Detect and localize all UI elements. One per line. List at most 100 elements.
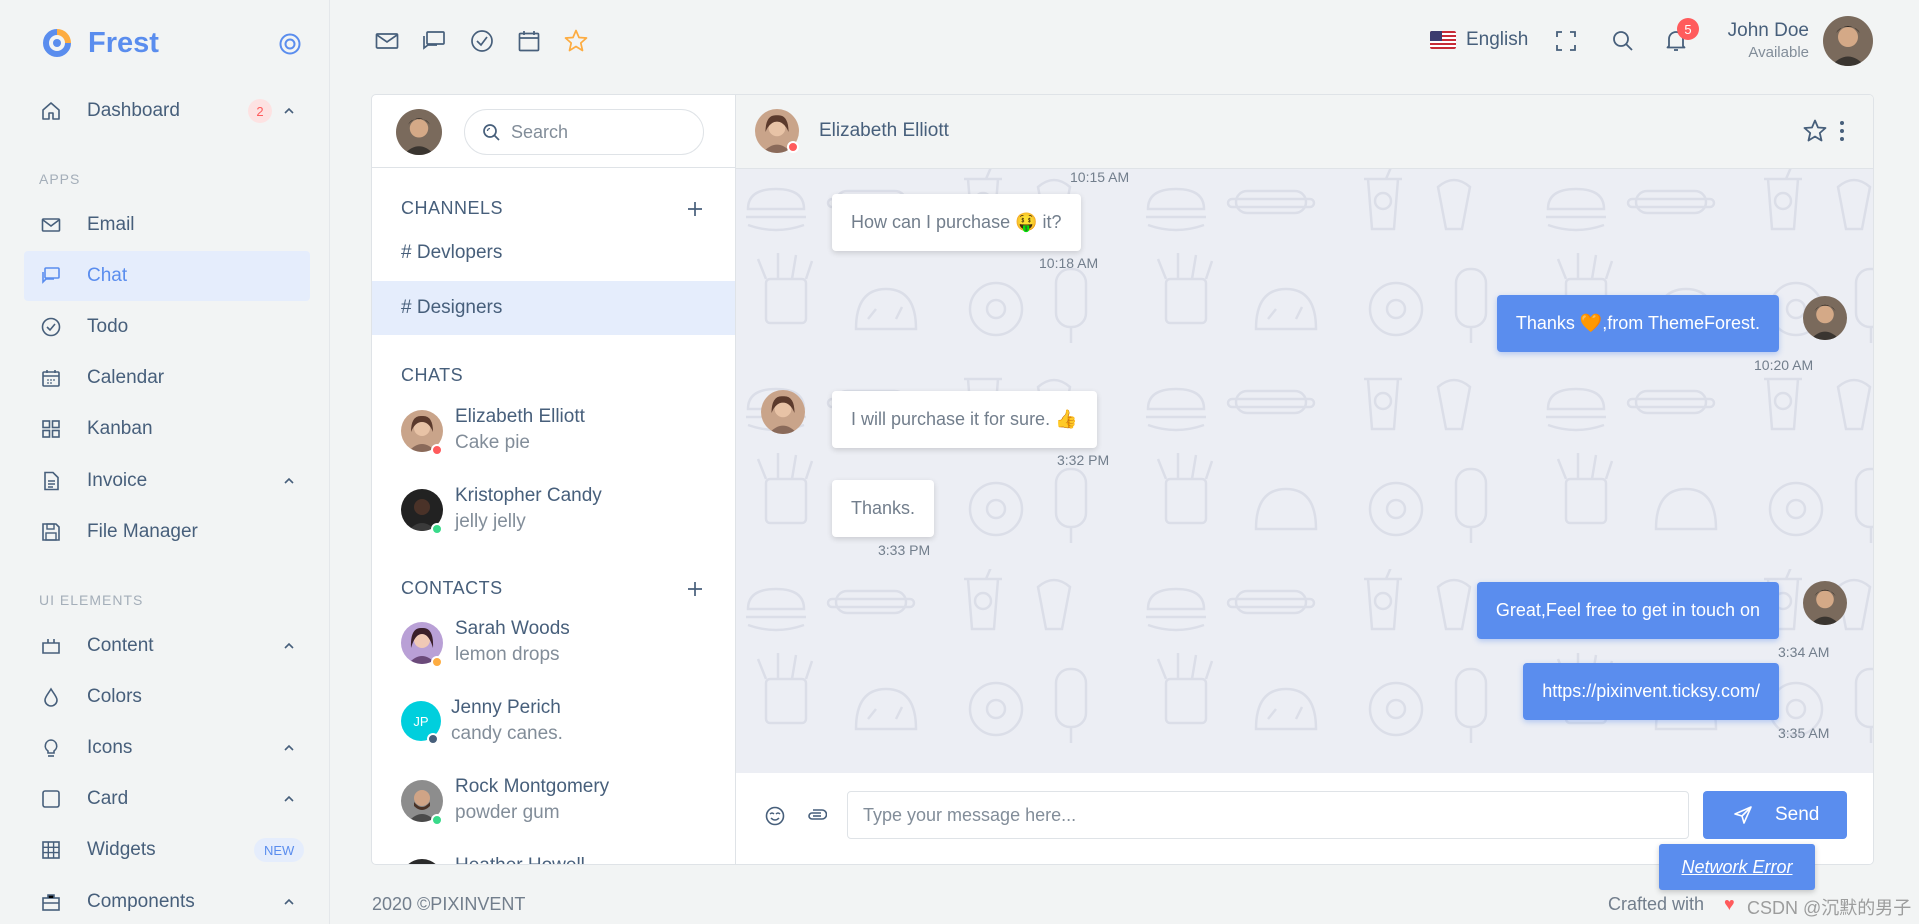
contact-last-message: candy canes. bbox=[451, 723, 563, 744]
my-avatar[interactable] bbox=[396, 109, 442, 155]
chat-search-input[interactable]: Search bbox=[464, 109, 704, 155]
message-bubble-sent: Thanks 🧡,from ThemeForest. bbox=[1496, 295, 1779, 352]
sidebar-item-kanban[interactable]: Kanban bbox=[24, 404, 310, 454]
sidebar-item-chat[interactable]: Chat bbox=[24, 251, 310, 301]
content-icon bbox=[42, 639, 60, 654]
chevron-up-icon bbox=[284, 795, 294, 802]
emoji-icon[interactable] bbox=[764, 805, 786, 827]
section-label-ui-elements: UI ELEMENTS bbox=[39, 592, 144, 608]
droplet-icon bbox=[44, 687, 58, 707]
chat-title: Elizabeth Elliott bbox=[819, 120, 949, 141]
attachment-icon[interactable] bbox=[805, 805, 827, 827]
contact-name: Elizabeth Elliott bbox=[455, 406, 585, 427]
chat-messages[interactable]: 10:15 AM How can I purchase 🤑 it? 10:18 … bbox=[736, 169, 1873, 773]
divider bbox=[372, 167, 735, 168]
grid-icon bbox=[42, 420, 60, 438]
language-label: English bbox=[1466, 29, 1529, 50]
sidebar-item-calendar[interactable]: Calendar bbox=[24, 353, 310, 403]
sidebar-item-label: Calendar bbox=[87, 367, 165, 388]
chat-icon[interactable] bbox=[421, 28, 447, 54]
chat-list-item[interactable]: Kristopher Candy jelly jelly bbox=[372, 479, 735, 549]
contact-last-message: lemon drops bbox=[455, 644, 560, 665]
chat-list-item[interactable]: Elizabeth Elliott Cake pie bbox=[372, 400, 735, 470]
chevron-up-icon bbox=[284, 744, 294, 751]
chat-card: Search CHANNELS # Devlopers # Designers … bbox=[371, 94, 1874, 865]
contact-name: Heather Howell bbox=[455, 855, 585, 864]
language-selector[interactable]: English bbox=[1430, 29, 1528, 51]
dashboard-badge: 2 bbox=[248, 99, 272, 123]
mail-icon[interactable] bbox=[374, 28, 400, 54]
contact-name: Kristopher Candy bbox=[455, 485, 602, 506]
network-error-toast[interactable]: Network Error bbox=[1659, 844, 1815, 890]
brand-name: Frest bbox=[88, 26, 159, 59]
user-name[interactable]: John Doe bbox=[1728, 20, 1809, 42]
contacts-header: CONTACTS bbox=[401, 578, 503, 598]
search-icon bbox=[483, 124, 500, 141]
sidebar-item-label: Kanban bbox=[87, 418, 153, 439]
contact-list-item[interactable]: Heather Howell bbox=[372, 849, 735, 864]
sidebar-item-email[interactable]: Email bbox=[24, 200, 310, 250]
sender-avatar bbox=[761, 390, 805, 434]
user-avatar[interactable] bbox=[1823, 16, 1873, 66]
contact-avatar bbox=[401, 859, 443, 864]
star-icon[interactable] bbox=[563, 28, 589, 54]
status-dot bbox=[431, 523, 443, 535]
sidebar-item-file-manager[interactable]: File Manager bbox=[24, 507, 310, 557]
contact-name: Rock Montgomery bbox=[455, 776, 610, 797]
fullscreen-icon[interactable] bbox=[1554, 29, 1578, 53]
add-contact-plus-icon[interactable] bbox=[687, 581, 703, 597]
contact-list-item[interactable]: Sarah Woods lemon drops bbox=[372, 612, 735, 682]
send-button[interactable]: Send bbox=[1703, 791, 1847, 839]
mail-icon bbox=[41, 218, 61, 232]
contact-name: Sarah Woods bbox=[455, 618, 570, 639]
search-icon[interactable] bbox=[1611, 29, 1635, 53]
sidebar-item-invoice[interactable]: Invoice bbox=[24, 456, 310, 506]
briefcase-icon bbox=[42, 894, 60, 911]
contact-last-message: powder gum bbox=[455, 802, 560, 823]
widgets-new-badge: NEW bbox=[254, 838, 305, 862]
message-input[interactable]: Type your message here... bbox=[847, 791, 1689, 839]
sidebar-item-dashboard[interactable]: Dashboard 2 bbox=[24, 86, 310, 136]
sidebar-toggle-icon[interactable] bbox=[278, 32, 302, 56]
sidebar-item-widgets[interactable]: Widgets NEW bbox=[24, 825, 310, 875]
sidebar-item-todo[interactable]: Todo bbox=[24, 302, 310, 352]
channel-item-active[interactable]: # Designers bbox=[372, 281, 735, 335]
calendar-icon[interactable] bbox=[516, 28, 542, 54]
check-circle-icon[interactable] bbox=[469, 28, 495, 54]
chevron-up-icon bbox=[284, 107, 294, 114]
contact-list-item[interactable]: JP Jenny Perich candy canes. bbox=[372, 691, 735, 761]
channel-item[interactable]: # Devlopers bbox=[372, 226, 735, 280]
star-icon[interactable] bbox=[1802, 118, 1828, 144]
message-time: 10:18 AM bbox=[1039, 255, 1099, 271]
status-dot bbox=[427, 733, 439, 745]
sidebar-item-label: Widgets bbox=[87, 839, 156, 860]
contact-last-message: Cake pie bbox=[455, 432, 530, 453]
more-vertical-icon[interactable] bbox=[1838, 120, 1846, 142]
add-channel-plus-icon[interactable] bbox=[687, 201, 703, 217]
sidebar-item-icons[interactable]: Icons bbox=[24, 723, 310, 773]
brand-logo-icon bbox=[43, 29, 71, 57]
sidebar-item-label: Icons bbox=[87, 737, 133, 758]
message-bubble-sent[interactable]: https://pixinvent.ticksy.com/ bbox=[1523, 663, 1779, 720]
sidebar-item-components[interactable]: Components bbox=[24, 877, 310, 924]
status-dot bbox=[431, 814, 443, 826]
save-icon bbox=[42, 523, 60, 541]
sender-avatar bbox=[1803, 296, 1847, 340]
brand[interactable]: Frest bbox=[40, 26, 159, 60]
sidebar-item-label: Colors bbox=[87, 686, 142, 707]
chat-sidebar: Search CHANNELS # Devlopers # Designers … bbox=[372, 95, 736, 864]
chat-area: Elizabeth Elliott 10:15 AM How can I pur… bbox=[736, 95, 1873, 864]
file-icon bbox=[44, 471, 59, 491]
sidebar-item-card[interactable]: Card bbox=[24, 774, 310, 824]
send-icon bbox=[1734, 806, 1752, 824]
notification-count-badge: 5 bbox=[1677, 18, 1699, 40]
sidebar-item-label: Chat bbox=[87, 265, 128, 286]
sidebar-item-label: Email bbox=[87, 214, 135, 235]
chat-header: Elizabeth Elliott bbox=[736, 95, 1873, 169]
message-input-placeholder: Type your message here... bbox=[863, 804, 1077, 825]
sidebar-item-label: File Manager bbox=[87, 521, 198, 542]
sidebar-item-content[interactable]: Content bbox=[24, 621, 310, 671]
contact-list-item[interactable]: Rock Montgomery powder gum bbox=[372, 770, 735, 840]
sidebar-item-colors[interactable]: Colors bbox=[24, 672, 310, 722]
heart-icon: ♥ bbox=[1724, 894, 1735, 914]
